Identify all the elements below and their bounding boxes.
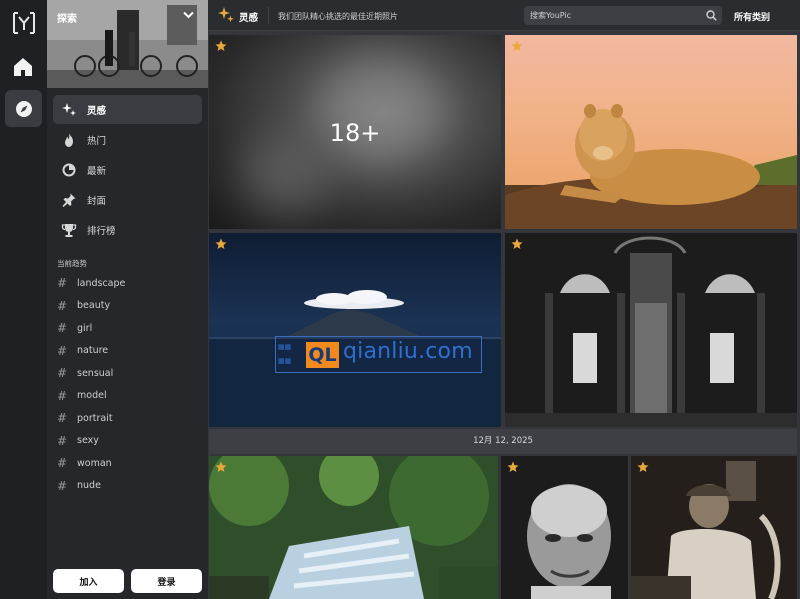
- island-image: [209, 290, 501, 427]
- watermark-sub-icon: ▦▦ ▦▦: [278, 343, 292, 365]
- hashtag-icon: #: [57, 411, 68, 426]
- tag-label: beauty: [77, 300, 111, 312]
- photo-card-portrait[interactable]: [501, 456, 628, 599]
- photo-card-island[interactable]: [209, 233, 501, 427]
- portrait-image: [501, 456, 628, 599]
- hashtag-icon: #: [57, 276, 68, 291]
- lioness-image: [505, 104, 797, 229]
- watermark-text: qianliu.com: [343, 339, 473, 364]
- craftsman-image: [631, 456, 797, 599]
- trophy-icon: [61, 222, 77, 238]
- auth-buttons: 加入 登录: [53, 569, 202, 593]
- watermark-overlay: ▦▦ ▦▦ QL qianliu.com: [275, 336, 482, 373]
- top-bar: 灵感 我们团队精心挑选的最佳近期照片 所有类别: [208, 0, 800, 31]
- sidebar-item-latest[interactable]: 最新: [53, 155, 202, 184]
- trending-title: 当前趋势: [57, 259, 87, 268]
- chevron-down-icon[interactable]: [183, 11, 194, 19]
- home-icon[interactable]: [12, 56, 34, 78]
- search-icon[interactable]: [706, 10, 717, 21]
- photo-card-waterfall[interactable]: [209, 456, 498, 599]
- tag-label: sensual: [77, 367, 114, 379]
- trending-tags: # landscape # beauty # girl # nature # sensua…: [57, 272, 197, 497]
- tag-label: portrait: [77, 412, 113, 424]
- explore-label: 探索: [57, 14, 77, 25]
- sidebar-item-popular[interactable]: 热门: [53, 125, 202, 154]
- sidebar: 探索 灵感 热门 最新 封面 排行榜 当前趋势 # landscape # be…: [47, 0, 208, 599]
- hashtag-icon: #: [57, 388, 68, 403]
- hashtag-icon: #: [57, 456, 68, 471]
- date-separator: 12月 12, 2025: [209, 429, 797, 454]
- hashtag-icon: #: [57, 343, 68, 358]
- photo-card-cathedral[interactable]: [505, 233, 797, 427]
- tag-label: nude: [77, 480, 101, 492]
- clock-icon: [61, 162, 77, 178]
- sparkles-icon: [218, 7, 234, 23]
- page-title: 灵感: [239, 13, 259, 24]
- star-icon: [215, 238, 227, 249]
- tag-label: model: [77, 390, 107, 402]
- hashtag-icon: #: [57, 433, 68, 448]
- tag-nature[interactable]: # nature: [57, 340, 197, 363]
- tag-beauty[interactable]: # beauty: [57, 295, 197, 318]
- category-dropdown[interactable]: 所有类别: [734, 10, 770, 23]
- photo-card-lioness[interactable]: [505, 35, 797, 229]
- star-icon: [637, 461, 649, 472]
- blur-shape: [319, 55, 439, 165]
- page-description: 我们团队精心挑选的最佳近期照片: [278, 12, 398, 21]
- tag-label: sexy: [77, 435, 99, 447]
- tag-nude[interactable]: # nude: [57, 475, 197, 498]
- youpic-logo-icon[interactable]: [11, 10, 37, 36]
- tag-label: nature: [77, 345, 109, 357]
- join-button[interactable]: 加入: [53, 569, 124, 593]
- age-restricted-label: 18+: [329, 119, 381, 147]
- sidebar-item-leaderboard[interactable]: 排行榜: [53, 215, 202, 244]
- hashtag-icon: #: [57, 321, 68, 336]
- tag-girl[interactable]: # girl: [57, 317, 197, 340]
- cathedral-image: [505, 233, 797, 427]
- blur-shape: [239, 135, 329, 215]
- watermark-brand: QL: [306, 342, 339, 368]
- photo-card-blurred[interactable]: 18+: [209, 35, 501, 229]
- sidebar-item-label: 封面: [87, 195, 107, 207]
- sidebar-item-label: 灵感: [87, 105, 107, 117]
- login-button[interactable]: 登录: [131, 569, 202, 593]
- tag-model[interactable]: # model: [57, 385, 197, 408]
- tag-label: girl: [77, 322, 93, 334]
- star-icon: [215, 461, 227, 472]
- sidebar-item-label: 排行榜: [87, 225, 116, 237]
- tag-portrait[interactable]: # portrait: [57, 407, 197, 430]
- star-icon: [511, 238, 523, 249]
- sidebar-item-covers[interactable]: 封面: [53, 185, 202, 214]
- star-icon: [215, 40, 227, 51]
- photo-card-craftsman[interactable]: [631, 456, 797, 599]
- tag-label: landscape: [77, 277, 126, 289]
- search-box: [524, 6, 722, 25]
- flame-icon: [61, 132, 77, 148]
- waterfall-image: [209, 456, 498, 599]
- sidebar-item-inspiration[interactable]: 灵感: [53, 95, 202, 124]
- pin-icon: [61, 192, 77, 208]
- hashtag-icon: #: [57, 298, 68, 313]
- divider: [268, 7, 269, 24]
- sidebar-item-label: 最新: [87, 165, 107, 177]
- star-icon: [507, 461, 519, 472]
- left-rail: [0, 0, 47, 599]
- sparkles-icon: [61, 102, 77, 118]
- explore-hero-image[interactable]: 探索: [47, 0, 208, 88]
- tag-sexy[interactable]: # sexy: [57, 430, 197, 453]
- star-icon: [511, 40, 523, 51]
- tag-woman[interactable]: # woman: [57, 452, 197, 475]
- tag-landscape[interactable]: # landscape: [57, 272, 197, 295]
- compass-icon: [15, 100, 32, 117]
- hashtag-icon: #: [57, 478, 68, 493]
- tag-sensual[interactable]: # sensual: [57, 362, 197, 385]
- search-input[interactable]: [530, 8, 700, 23]
- sidebar-item-label: 热门: [87, 135, 107, 147]
- tag-label: woman: [77, 457, 112, 469]
- sidebar-nav: 灵感 热门 最新 封面 排行榜: [53, 95, 202, 245]
- hashtag-icon: #: [57, 366, 68, 381]
- explore-button[interactable]: [5, 90, 42, 127]
